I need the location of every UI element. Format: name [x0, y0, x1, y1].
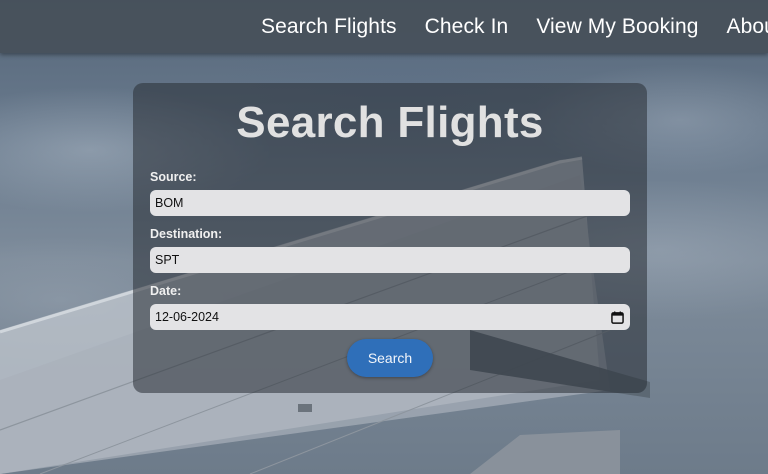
calendar-icon[interactable]	[611, 310, 624, 324]
nav-check-in[interactable]: Check In	[425, 15, 509, 39]
source-input[interactable]: BOM	[150, 190, 630, 216]
destination-label: Destination:	[150, 227, 223, 241]
date-label: Date:	[150, 284, 182, 298]
nav-search-flights[interactable]: Search Flights	[261, 15, 397, 39]
page-background: Search Flights Check In View My Booking …	[0, 0, 768, 474]
source-label: Source:	[150, 170, 197, 184]
nav-about[interactable]: About	[727, 15, 768, 39]
nav-view-my-booking[interactable]: View My Booking	[536, 15, 698, 39]
destination-value: SPT	[155, 253, 180, 267]
nav-links: Search Flights Check In View My Booking …	[261, 0, 768, 53]
form-title: Search Flights	[236, 98, 544, 147]
date-value: 12-06-2024	[155, 310, 219, 324]
top-navbar: Search Flights Check In View My Booking …	[0, 0, 768, 53]
destination-input[interactable]: SPT	[150, 247, 630, 273]
search-button[interactable]: Search	[347, 339, 433, 377]
date-input[interactable]: 12-06-2024	[150, 304, 630, 330]
source-value: BOM	[155, 196, 184, 210]
